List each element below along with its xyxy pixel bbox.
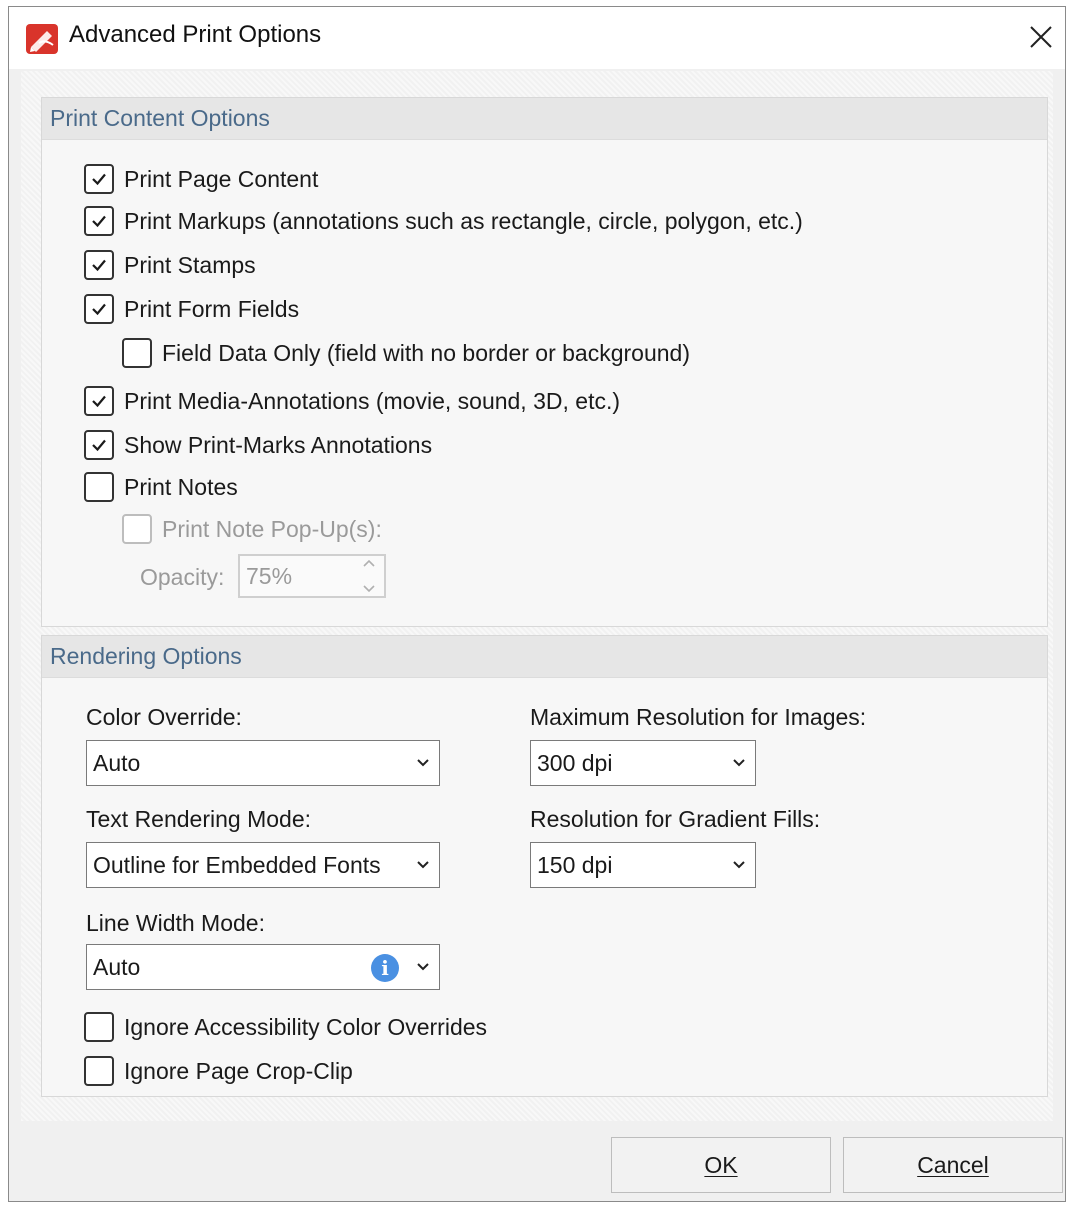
label-print-notes: Print Notes bbox=[124, 473, 238, 500]
label-print-page-content: Print Page Content bbox=[124, 165, 319, 192]
ok-button-label: OK bbox=[704, 1151, 738, 1178]
color-override-select[interactable]: Auto bbox=[86, 740, 440, 786]
gradient-resolution-select[interactable]: 150 dpi bbox=[530, 842, 756, 888]
spinner-arrows bbox=[360, 558, 378, 594]
checkmark-icon bbox=[92, 439, 106, 452]
label-ignore-accessibility: Ignore Accessibility Color Overrides bbox=[124, 1013, 488, 1040]
chevron-down-icon bbox=[417, 759, 429, 767]
gradient-resolution-value: 150 dpi bbox=[537, 852, 613, 878]
option-print-form-fields[interactable]: Print Form Fields bbox=[84, 294, 299, 324]
option-field-data-only[interactable]: Field Data Only (field with no border or… bbox=[122, 338, 690, 368]
checkbox-ignore-crop-clip[interactable] bbox=[84, 1056, 114, 1086]
opacity-spinner: 75% bbox=[238, 554, 386, 598]
text-rendering-mode-select[interactable]: Outline for Embedded Fonts bbox=[86, 842, 440, 888]
checkbox-print-page-content[interactable] bbox=[84, 164, 114, 194]
advanced-print-options-dialog: Advanced Print Options Print Content Opt… bbox=[8, 6, 1066, 1202]
checkbox-print-media-annotations[interactable] bbox=[84, 386, 114, 416]
opacity-label: Opacity: bbox=[140, 564, 225, 590]
line-width-mode-value: Auto bbox=[93, 954, 141, 980]
window-title: Advanced Print Options bbox=[69, 21, 322, 48]
chevron-down-icon bbox=[733, 861, 745, 869]
option-print-media-annotations[interactable]: Print Media-Annotations (movie, sound, 3… bbox=[84, 386, 620, 416]
max-resolution-value: 300 dpi bbox=[537, 750, 613, 776]
max-resolution-select[interactable]: 300 dpi bbox=[530, 740, 756, 786]
checkbox-print-notes[interactable] bbox=[84, 472, 114, 502]
option-print-markups[interactable]: Print Markups (annotations such as recta… bbox=[84, 206, 803, 236]
chevron-down-icon bbox=[417, 861, 429, 869]
checkmark-icon bbox=[92, 395, 106, 408]
chevron-down-icon bbox=[363, 585, 375, 593]
checkbox-print-form-fields[interactable] bbox=[84, 294, 114, 324]
opacity-value: 75% bbox=[246, 563, 293, 589]
dialog-content: Print Content Options Print Page Content… bbox=[21, 71, 1053, 1121]
option-ignore-page-crop-clip[interactable]: Ignore Page Crop-Clip bbox=[84, 1056, 353, 1086]
label-print-form-fields: Print Form Fields bbox=[124, 295, 300, 322]
chevron-up-icon bbox=[363, 559, 375, 567]
pdf-app-icon bbox=[26, 24, 58, 54]
info-icon[interactable]: i bbox=[371, 954, 399, 982]
cancel-button-label: Cancel bbox=[917, 1151, 989, 1178]
group-header-rendering: Rendering Options bbox=[42, 636, 1047, 678]
checkbox-show-print-marks[interactable] bbox=[84, 430, 114, 460]
label-print-stamps: Print Stamps bbox=[124, 251, 256, 278]
checkmark-icon bbox=[92, 173, 106, 186]
rendering-options-group: Rendering Options Color Override: Auto M… bbox=[41, 635, 1048, 1097]
text-rendering-mode-value: Outline for Embedded Fonts bbox=[93, 852, 381, 878]
title-bar: Advanced Print Options bbox=[9, 7, 1065, 69]
checkmark-icon bbox=[92, 259, 106, 272]
max-resolution-label: Maximum Resolution for Images: bbox=[530, 704, 867, 730]
label-show-print-marks: Show Print-Marks Annotations bbox=[124, 431, 433, 458]
chevron-down-icon bbox=[417, 963, 429, 971]
checkbox-print-note-popups bbox=[122, 514, 152, 544]
option-ignore-accessibility-color-overrides[interactable]: Ignore Accessibility Color Overrides bbox=[84, 1012, 487, 1042]
line-width-mode-label: Line Width Mode: bbox=[86, 910, 265, 936]
checkmark-icon bbox=[92, 215, 106, 228]
option-print-page-content[interactable]: Print Page Content bbox=[84, 164, 318, 194]
label-print-note-popups: Print Note Pop-Up(s): bbox=[162, 515, 382, 542]
close-icon bbox=[1030, 26, 1052, 48]
checkbox-field-data-only[interactable] bbox=[122, 338, 152, 368]
gradient-resolution-label: Resolution for Gradient Fills: bbox=[530, 806, 821, 832]
text-rendering-mode-label: Text Rendering Mode: bbox=[86, 806, 312, 832]
print-content-options-group: Print Content Options Print Page Content… bbox=[41, 97, 1048, 627]
checkmark-icon bbox=[92, 303, 106, 316]
label-print-media-annotations: Print Media-Annotations (movie, sound, 3… bbox=[124, 387, 621, 414]
color-override-value: Auto bbox=[93, 750, 141, 776]
option-print-notes[interactable]: Print Notes bbox=[84, 472, 238, 502]
checkbox-print-stamps[interactable] bbox=[84, 250, 114, 280]
checkbox-print-markups[interactable] bbox=[84, 206, 114, 236]
dialog-footer: OK Cancel bbox=[9, 1121, 1065, 1201]
option-show-print-marks[interactable]: Show Print-Marks Annotations bbox=[84, 430, 432, 460]
label-ignore-crop-clip: Ignore Page Crop-Clip bbox=[124, 1057, 353, 1084]
group-header-print-content: Print Content Options bbox=[42, 98, 1047, 140]
color-override-label: Color Override: bbox=[86, 704, 242, 730]
label-field-data-only: Field Data Only (field with no border or… bbox=[162, 339, 690, 366]
option-print-note-popups: Print Note Pop-Up(s): bbox=[122, 514, 382, 544]
option-print-stamps[interactable]: Print Stamps bbox=[84, 250, 256, 280]
close-button[interactable] bbox=[1023, 19, 1059, 55]
cancel-button[interactable]: Cancel bbox=[843, 1137, 1063, 1193]
checkbox-ignore-accessibility[interactable] bbox=[84, 1012, 114, 1042]
label-print-markups: Print Markups (annotations such as recta… bbox=[124, 207, 803, 234]
chevron-down-icon bbox=[733, 759, 745, 767]
line-width-mode-select[interactable]: Auto i bbox=[86, 944, 440, 990]
ok-button[interactable]: OK bbox=[611, 1137, 831, 1193]
